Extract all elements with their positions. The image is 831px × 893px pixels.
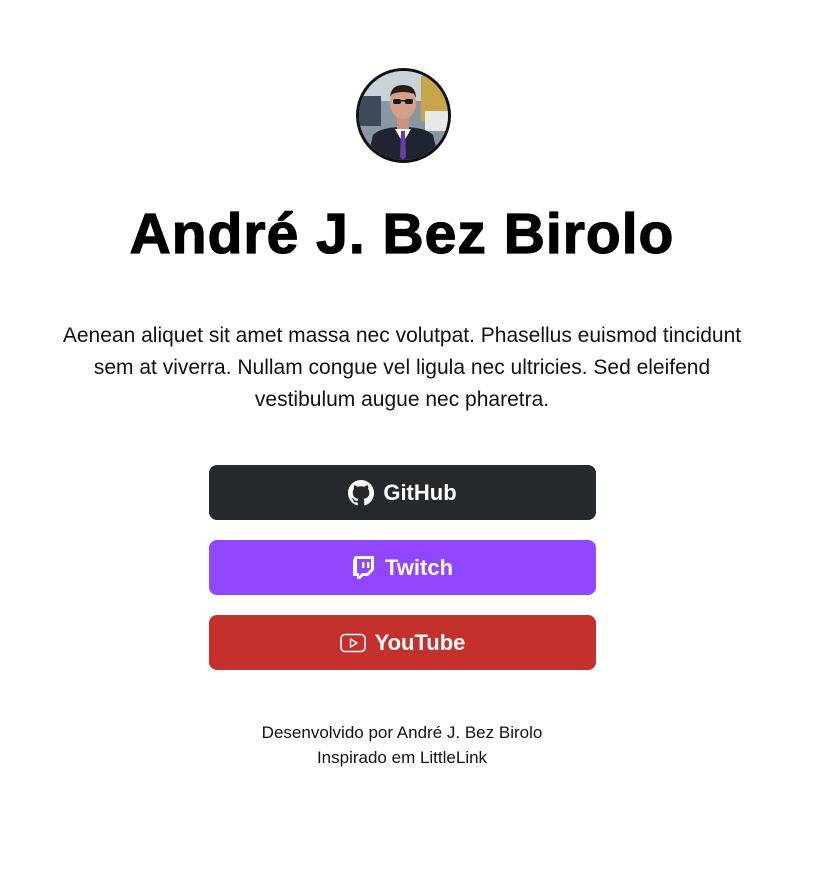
youtube-button[interactable]: YouTube <box>209 615 596 670</box>
page-title: André J. Bez Birolo <box>129 201 675 266</box>
twitch-icon <box>352 555 376 581</box>
twitch-button[interactable]: Twitch <box>209 540 596 595</box>
github-icon <box>348 479 375 506</box>
footer: Desenvolvido por André J. Bez Birolo Ins… <box>0 720 804 770</box>
avatar-photo <box>359 71 448 160</box>
youtube-label: YouTube <box>374 629 466 655</box>
youtube-icon <box>339 633 366 653</box>
footer-inspiration: Inspirado em LittleLink <box>316 748 488 767</box>
bio-text: Aenean aliquet sit amet massa nec volutp… <box>62 324 742 411</box>
page: André J. Bez Birolo Aenean aliquet sit a… <box>0 0 831 893</box>
avatar <box>356 68 451 163</box>
footer-credit: Desenvolvido por André J. Bez Birolo <box>261 723 543 742</box>
github-button[interactable]: GitHub <box>209 465 596 520</box>
github-label: GitHub <box>383 479 457 505</box>
twitch-label: Twitch <box>384 554 454 580</box>
